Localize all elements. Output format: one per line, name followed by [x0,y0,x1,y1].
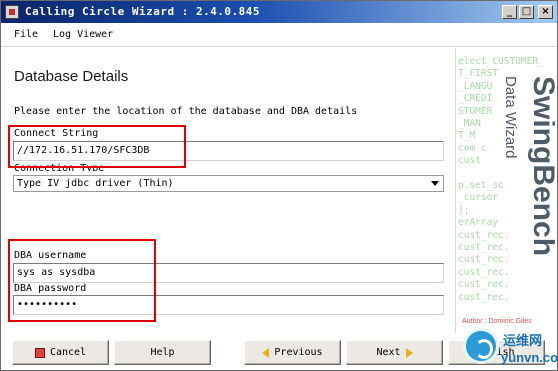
connection-type-select[interactable]: Type IV jdbc driver (Thin) [13,175,444,192]
code-line: _LANGU [458,80,493,92]
previous-button-label: Previous [274,347,323,358]
code-line: ]; [458,204,470,216]
minimize-button[interactable]: _ [502,5,517,19]
code-line: cust [458,155,481,167]
code-line: T_M [458,130,476,142]
window-title: Calling Circle Wizard : 2.4.0.845 [25,5,261,18]
watermark: 运维网 yunvn.com [463,326,558,370]
page-title: Database Details [14,68,129,85]
highlight-box-dba [8,239,156,322]
menu-bar: File Log Viewer [1,23,557,47]
code-line: T_FIRST [458,68,499,80]
code-line: _MAN [458,118,481,129]
code-line: p.set_sc [458,180,504,191]
title-bar[interactable]: Calling Circle Wizard : 2.4.0.845 _ □ × [1,1,557,23]
previous-button[interactable]: Previous [244,340,341,365]
connection-type-value: Type IV jdbc driver (Thin) [17,178,174,189]
code-line: _CREDI [458,93,493,105]
watermark-cn: 运维网 [503,334,543,349]
code-line: cust_rec. [458,266,510,278]
author-credit: Author : Dominic Giles [462,318,532,325]
code-line: cust_rec. [458,279,510,291]
code-line: cust_rec. [458,242,510,253]
maximize-button[interactable]: □ [519,5,534,19]
cancel-button[interactable]: Cancel [12,340,109,365]
brand-logo-svg: SwingBench Data Wizard [502,76,555,256]
brand-subtitle: Data Wizard [504,76,519,159]
code-line: cust_rec. [458,291,510,303]
watermark-logo-icon [463,328,499,364]
highlight-box-connect [8,125,186,168]
brand-title: SwingBench [527,76,555,256]
stop-icon [34,347,45,358]
code-line: _cursor [458,192,499,204]
code-line: com c [458,142,487,154]
code-line: cust_rec. [458,254,510,266]
help-button-label: Help [150,347,175,358]
close-button[interactable]: × [538,5,553,19]
wizard-window: Calling Circle Wizard : 2.4.0.845 _ □ × … [0,0,558,371]
arrow-left-icon [262,347,270,358]
chevron-down-icon[interactable] [431,181,439,186]
menu-log-viewer[interactable]: Log Viewer [53,29,113,40]
menu-file[interactable]: File [14,29,38,40]
app-icon [5,5,19,19]
code-line: cust_rec. [458,229,510,241]
code-line: STOMER [458,105,493,117]
swingbench-banner: elect CUSTOMER_ T_FIRST _LANGU _CREDI STOMER… [455,48,555,333]
brand-logo: SwingBench Data Wizard [502,66,555,326]
next-button-label: Next [376,347,401,358]
code-line: erArray [458,217,499,229]
watermark-url: yunvn.com [501,350,558,365]
next-button[interactable]: Next [346,340,443,365]
arrow-right-icon [405,347,413,358]
cancel-button-label: Cancel [49,347,87,358]
help-button[interactable]: Help [114,340,211,365]
page-description: Please enter the location of the databas… [14,106,358,117]
